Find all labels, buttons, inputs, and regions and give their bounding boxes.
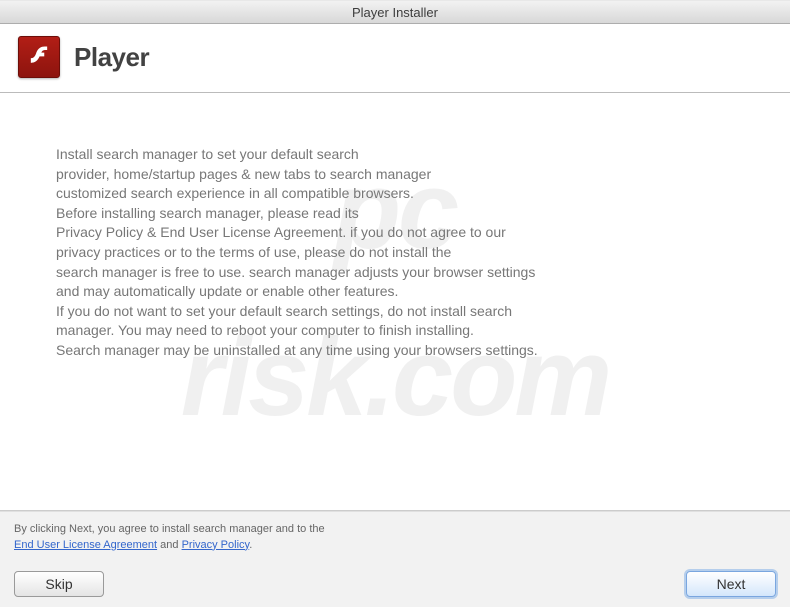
body-line: privacy practices or to the terms of use… (56, 243, 730, 263)
window-title: Player Installer (352, 5, 438, 20)
agreement-prefix: By clicking Next, you agree to install s… (14, 523, 325, 535)
body-line: Install search manager to set your defau… (56, 145, 730, 165)
window-titlebar: Player Installer (0, 0, 790, 24)
agreement-and: and (157, 539, 181, 551)
body-line: Privacy Policy & End User License Agreem… (56, 223, 730, 243)
body-line: customized search experience in all comp… (56, 184, 730, 204)
body-line: provider, home/startup pages & new tabs … (56, 165, 730, 185)
privacy-link[interactable]: Privacy Policy (182, 539, 250, 551)
body-text: Install search manager to set your defau… (0, 93, 790, 511)
body-line: and may automatically update or enable o… (56, 282, 730, 302)
flash-logo-icon (18, 36, 60, 78)
next-button[interactable]: Next (686, 571, 776, 597)
body-line: If you do not want to set your default s… (56, 302, 730, 322)
body-line: search manager is free to use. search ma… (56, 263, 730, 283)
agreement-suffix: . (249, 539, 252, 551)
eula-link[interactable]: End User License Agreement (14, 539, 157, 551)
agreement-text: By clicking Next, you agree to install s… (0, 511, 790, 563)
body-line: manager. You may need to reboot your com… (56, 321, 730, 341)
skip-button[interactable]: Skip (14, 571, 104, 597)
body-line: Before installing search manager, please… (56, 204, 730, 224)
app-title: Player (74, 42, 149, 73)
flash-glyph-icon (25, 43, 53, 71)
footer: Skip Next (0, 563, 790, 607)
header: Player (0, 24, 790, 93)
body-line: Search manager may be uninstalled at any… (56, 341, 730, 361)
